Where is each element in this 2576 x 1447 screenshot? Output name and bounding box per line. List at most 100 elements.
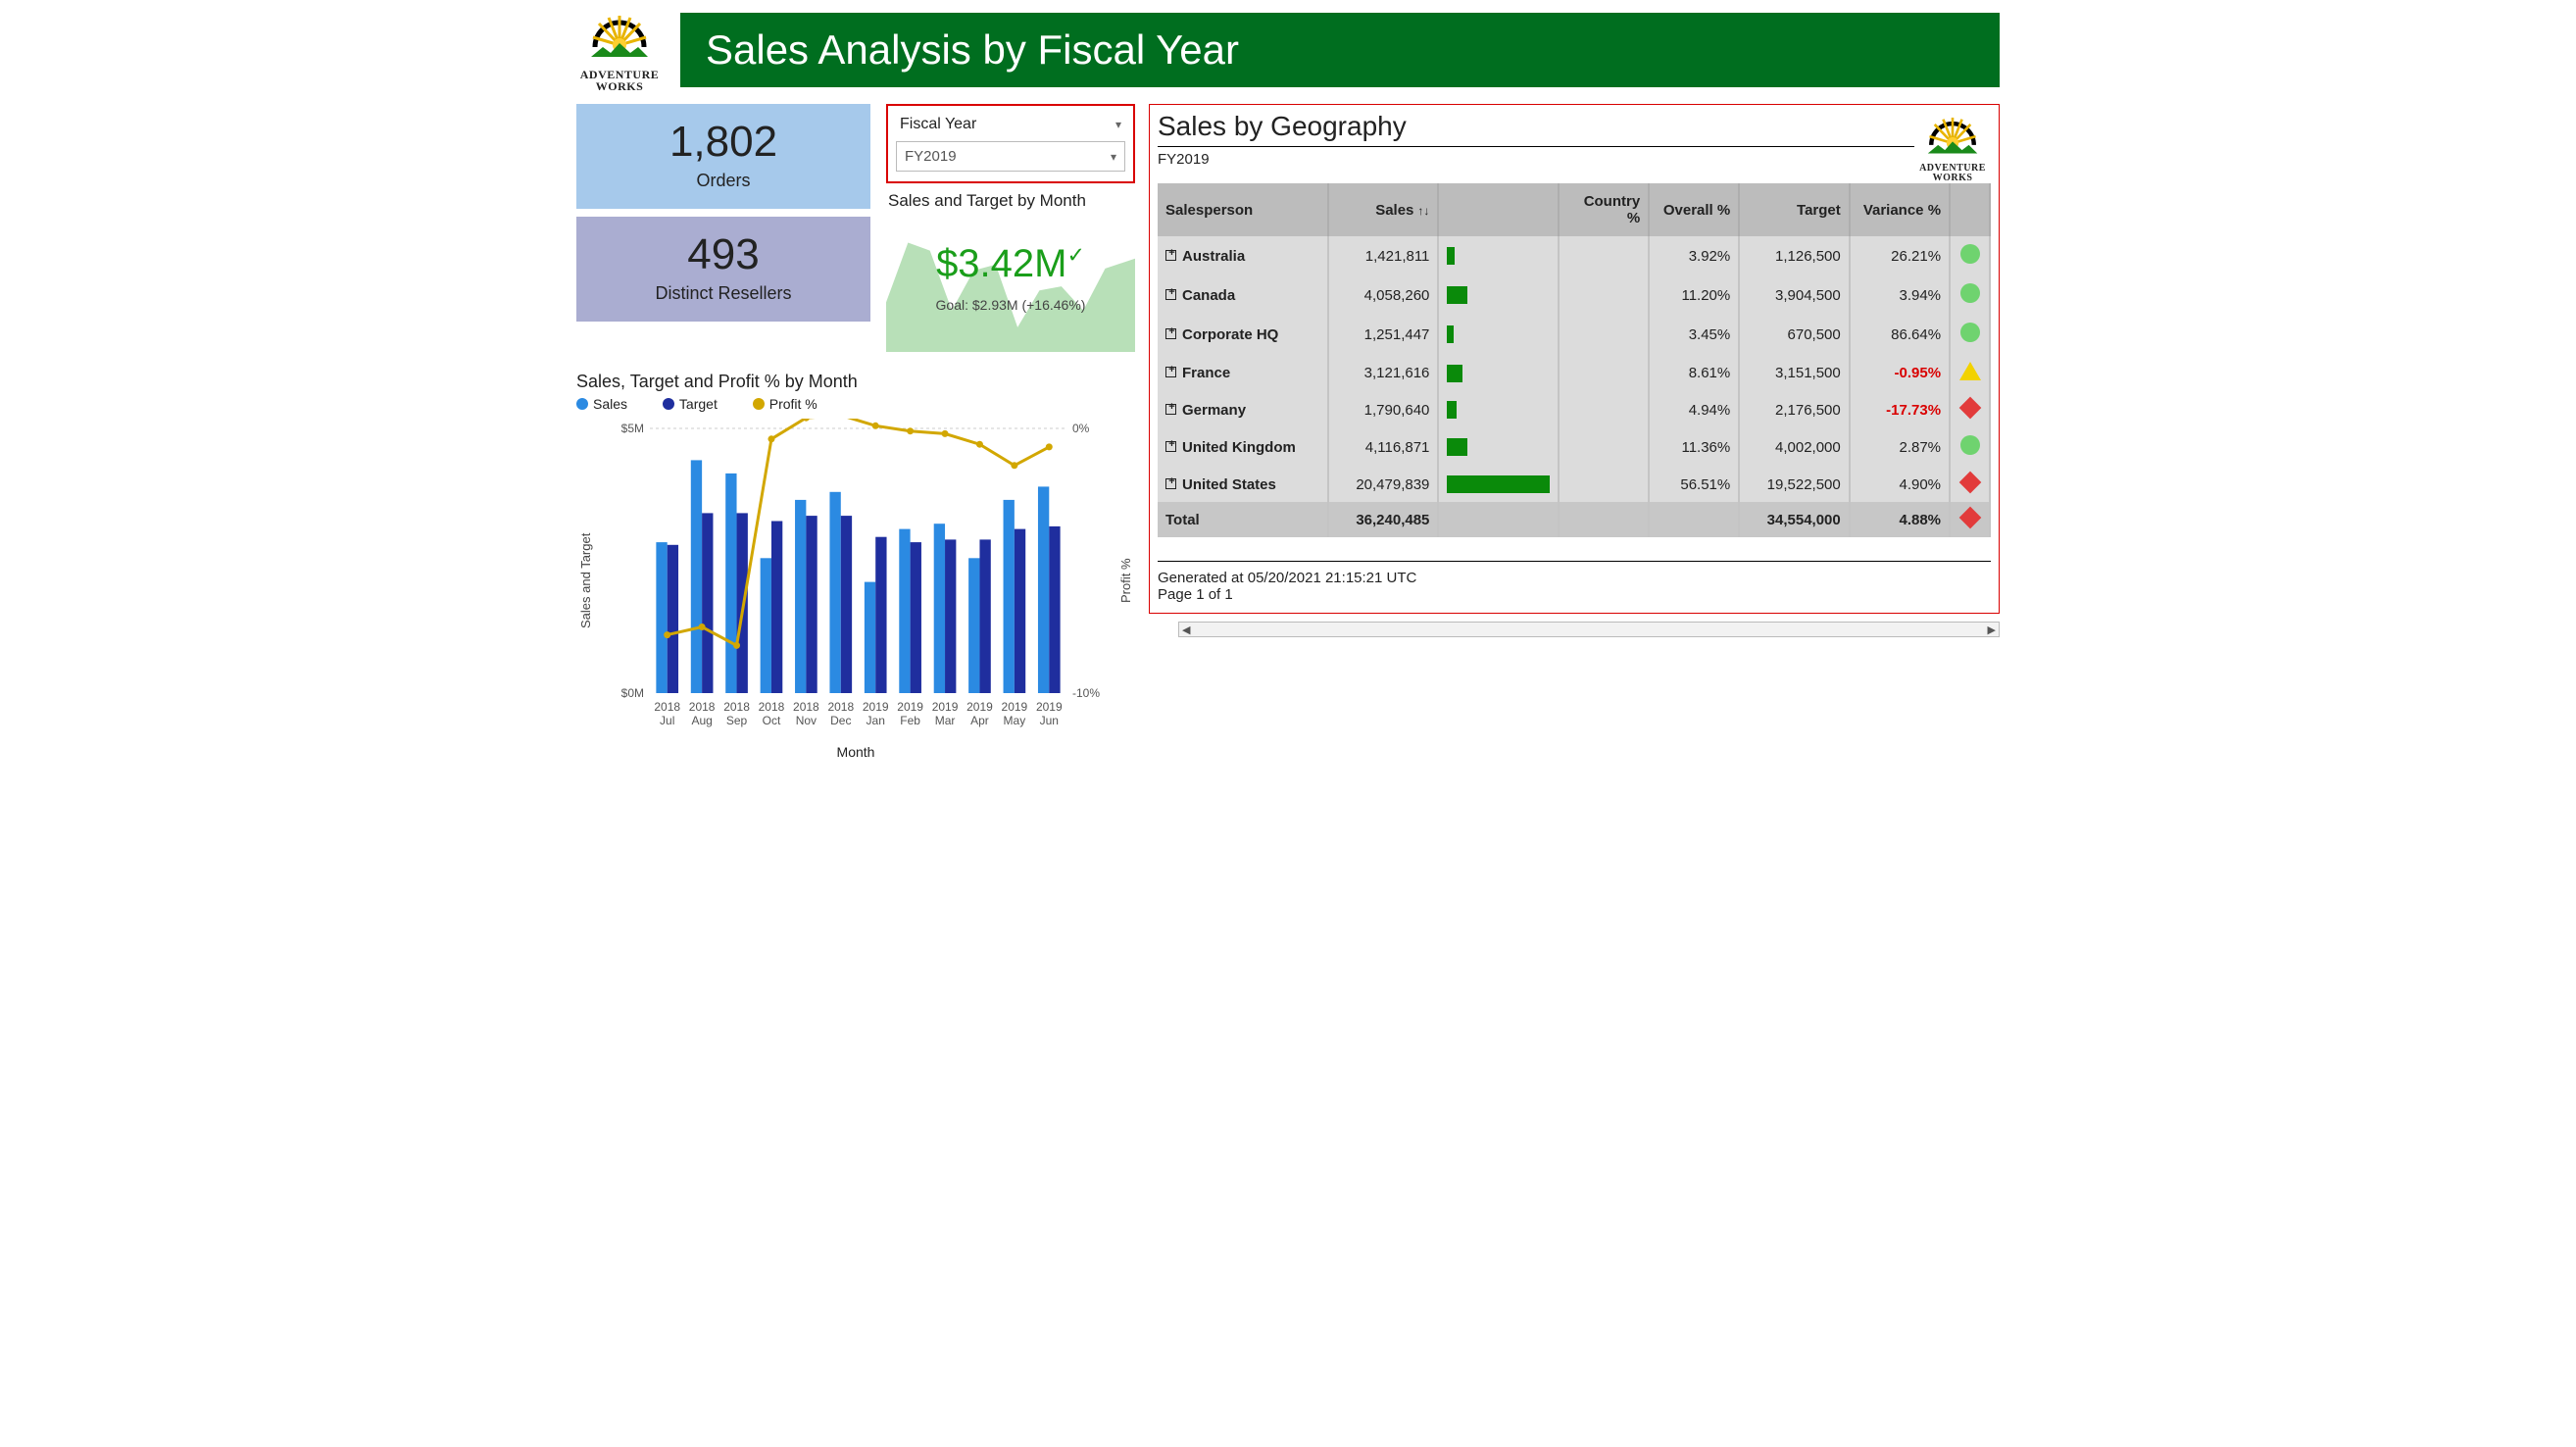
- svg-text:2018: 2018: [793, 700, 819, 714]
- horizontal-scrollbar[interactable]: ◀ ▶: [1178, 622, 2000, 637]
- geo-table-header: Salesperson Sales↑↓ Country % Overall % …: [1158, 183, 1990, 236]
- svg-text:Oct: Oct: [763, 714, 781, 727]
- col-sales-bar: [1438, 183, 1559, 236]
- col-sales[interactable]: Sales↑↓: [1328, 183, 1439, 236]
- table-row[interactable]: Australia 1,421,811 3.92% 1,126,500 26.2…: [1158, 236, 1990, 275]
- geo-title: Sales by Geography: [1158, 111, 1914, 142]
- svg-text:2018: 2018: [654, 700, 680, 714]
- brand-logo: ADVENTUREWORKS: [576, 8, 663, 92]
- svg-text:0%: 0%: [1072, 422, 1090, 435]
- scroll-right-icon[interactable]: ▶: [1988, 624, 1996, 636]
- expand-icon[interactable]: [1165, 250, 1176, 261]
- sun-mountain-icon: [585, 8, 654, 69]
- svg-text:2018: 2018: [827, 700, 854, 714]
- kpi-resellers-value: 493: [576, 230, 870, 279]
- svg-text:2019: 2019: [932, 700, 959, 714]
- expand-icon[interactable]: [1165, 404, 1176, 415]
- svg-text:Jul: Jul: [660, 714, 674, 727]
- svg-text:May: May: [1004, 714, 1026, 727]
- scroll-left-icon[interactable]: ◀: [1182, 624, 1190, 636]
- svg-text:Jan: Jan: [867, 714, 885, 727]
- col-indicator: [1950, 183, 1990, 236]
- svg-text:Feb: Feb: [900, 714, 920, 727]
- svg-text:2019: 2019: [1036, 700, 1063, 714]
- indicator-good-icon: [1960, 435, 1980, 455]
- mini-kpi-title: Sales and Target by Month: [888, 191, 1135, 211]
- svg-text:2018: 2018: [689, 700, 716, 714]
- sales-by-geography-visual[interactable]: Sales by Geography FY2019: [1149, 104, 2000, 614]
- svg-text:Nov: Nov: [796, 714, 817, 727]
- svg-text:Jun: Jun: [1040, 714, 1059, 727]
- svg-text:2018: 2018: [723, 700, 750, 714]
- svg-text:$5M: $5M: [621, 422, 644, 435]
- sort-icon: ↑↓: [1417, 204, 1429, 218]
- table-row[interactable]: Corporate HQ 1,251,447 3.45% 670,500 86.…: [1158, 315, 1990, 354]
- kpi-card-orders[interactable]: 1,802 Orders: [576, 104, 870, 209]
- svg-text:2019: 2019: [966, 700, 993, 714]
- sales-target-kpi[interactable]: $3.42M✓ Goal: $2.93M (+16.46%): [886, 213, 1135, 350]
- col-country-pct[interactable]: Country %: [1559, 183, 1649, 236]
- x-axis-label: Month: [576, 744, 1135, 760]
- indicator-bad-icon: [1958, 397, 1981, 420]
- combo-chart-legend: Sales Target Profit %: [576, 396, 1135, 413]
- svg-text:2019: 2019: [1002, 700, 1028, 714]
- table-row[interactable]: United States 20,479,839 56.51% 19,522,5…: [1158, 467, 1990, 502]
- kpi-resellers-label: Distinct Resellers: [576, 283, 870, 304]
- mini-kpi-value: $3.42M✓: [886, 242, 1135, 286]
- svg-text:2018: 2018: [759, 700, 785, 714]
- svg-text:Dec: Dec: [830, 714, 851, 727]
- combo-chart[interactable]: Sales and Target $5M$0M0%-10%2018Jul2018…: [576, 419, 1135, 742]
- geo-table[interactable]: Salesperson Sales↑↓ Country % Overall % …: [1158, 183, 1991, 537]
- expand-icon[interactable]: [1165, 478, 1176, 489]
- combo-chart-canvas: $5M$0M0%-10%2018Jul2018Aug2018Sep2018Oct…: [595, 419, 1116, 742]
- fiscal-year-slicer[interactable]: Fiscal Year ▾ FY2019 ▾: [886, 104, 1135, 183]
- generated-timestamp: Generated at 05/20/2021 21:15:21 UTC: [1158, 570, 1991, 586]
- table-row[interactable]: United Kingdom 4,116,871 11.36% 4,002,00…: [1158, 427, 1990, 467]
- svg-text:-10%: -10%: [1072, 686, 1100, 700]
- indicator-good-icon: [1960, 323, 1980, 342]
- mini-kpi-goal: Goal: $2.93M (+16.46%): [886, 297, 1135, 313]
- indicator-good-icon: [1960, 283, 1980, 303]
- page-indicator: Page 1 of 1: [1158, 586, 1991, 603]
- table-total-row: Total36,240,485 34,554,0004.88%: [1158, 502, 1990, 537]
- svg-text:Aug: Aug: [691, 714, 712, 727]
- svg-text:Sep: Sep: [726, 714, 748, 727]
- table-row[interactable]: Canada 4,058,260 11.20% 3,904,500 3.94%: [1158, 275, 1990, 315]
- expand-icon[interactable]: [1165, 328, 1176, 339]
- kpi-card-resellers[interactable]: 493 Distinct Resellers: [576, 217, 870, 322]
- col-salesperson[interactable]: Salesperson: [1158, 183, 1328, 236]
- y-axis-right-label: Profit %: [1116, 419, 1135, 742]
- svg-text:$0M: $0M: [621, 686, 644, 700]
- table-row[interactable]: France 3,121,616 8.61% 3,151,500 -0.95%: [1158, 354, 1990, 392]
- indicator-good-icon: [1960, 244, 1980, 264]
- chevron-down-icon: ▾: [1111, 150, 1116, 164]
- expand-icon[interactable]: [1165, 289, 1176, 300]
- geo-footer: Generated at 05/20/2021 21:15:21 UTC Pag…: [1158, 561, 1991, 603]
- page-title: Sales Analysis by Fiscal Year: [680, 13, 2000, 87]
- combo-chart-title: Sales, Target and Profit % by Month: [576, 372, 1135, 392]
- slicer-dropdown[interactable]: FY2019 ▾: [896, 141, 1125, 172]
- svg-text:2019: 2019: [897, 700, 923, 714]
- expand-icon[interactable]: [1165, 441, 1176, 452]
- table-row[interactable]: Germany 1,790,640 4.94% 2,176,500 -17.73…: [1158, 392, 1990, 427]
- sun-mountain-icon: [1922, 111, 1983, 164]
- col-overall-pct[interactable]: Overall %: [1649, 183, 1739, 236]
- brand-logo-small: ADVENTUREWORKS: [1914, 111, 1991, 183]
- col-target[interactable]: Target: [1739, 183, 1850, 236]
- geo-filter-value: FY2019: [1158, 151, 1914, 168]
- col-variance[interactable]: Variance %: [1850, 183, 1950, 236]
- slicer-value: FY2019: [905, 148, 957, 165]
- report-header: ADVENTUREWORKS Sales Analysis by Fiscal …: [576, 8, 2000, 92]
- indicator-bad-icon: [1958, 472, 1981, 494]
- svg-text:Apr: Apr: [970, 714, 989, 727]
- kpi-orders-value: 1,802: [576, 118, 870, 167]
- chevron-down-icon[interactable]: ▾: [1115, 118, 1121, 131]
- svg-text:2019: 2019: [863, 700, 889, 714]
- check-icon: ✓: [1066, 243, 1084, 268]
- expand-icon[interactable]: [1165, 367, 1176, 377]
- indicator-bad-icon: [1958, 507, 1981, 529]
- svg-text:Mar: Mar: [935, 714, 956, 727]
- kpi-orders-label: Orders: [576, 171, 870, 191]
- y-axis-left-label: Sales and Target: [576, 419, 595, 742]
- indicator-warn-icon: [1959, 362, 1981, 380]
